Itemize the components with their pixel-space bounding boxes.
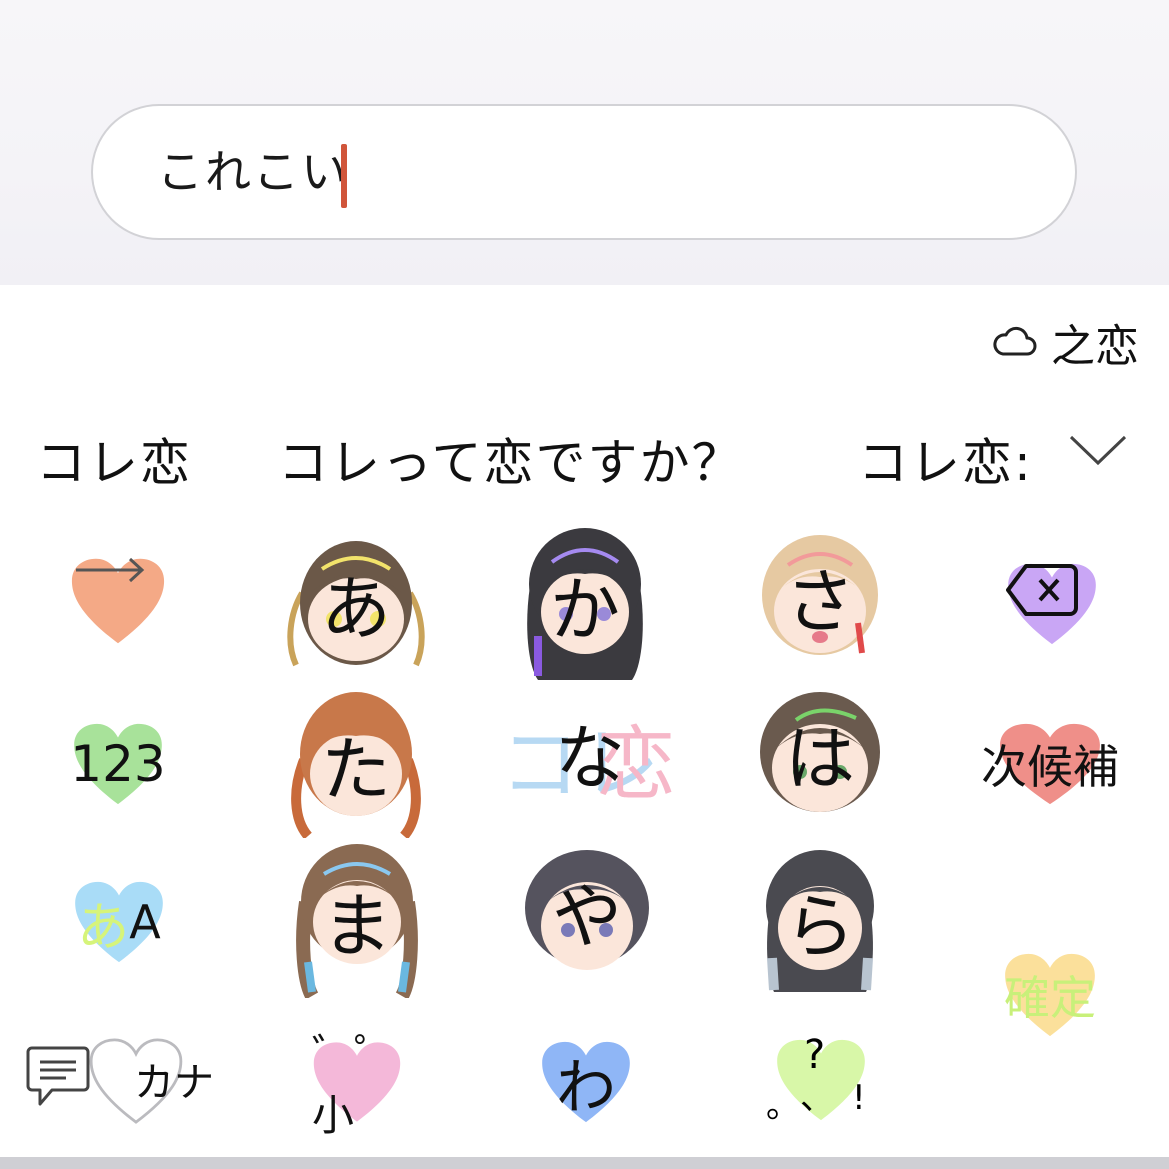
key-ra[interactable]: ら xyxy=(760,848,880,994)
period-mark: 。 xyxy=(766,1086,800,1126)
cloud-icon xyxy=(991,322,1037,362)
numbers-key-label: 123 xyxy=(70,735,166,793)
key-ra-label: ら xyxy=(785,885,855,968)
arrow-key[interactable] xyxy=(70,555,166,647)
key-ta[interactable]: た xyxy=(286,690,426,838)
input-mode-alpha: A xyxy=(129,895,161,949)
input-mode-hiragana: あ xyxy=(77,897,130,958)
candidate-3[interactable]: コレ恋: xyxy=(858,423,1026,495)
candidate-2[interactable]: コレって恋ですか？ xyxy=(278,423,744,495)
key-na[interactable]: コレ 恋 な xyxy=(500,700,680,805)
numbers-key[interactable]: 123 xyxy=(70,722,166,806)
key-wa[interactable]: わ xyxy=(540,1040,632,1124)
key-sa[interactable]: さ xyxy=(758,533,882,659)
input-mode-label: あA xyxy=(72,880,166,964)
punctuation-key[interactable]: ? 。 、 ! xyxy=(766,1032,868,1126)
dakuten-label: ゛゜小 xyxy=(312,1030,397,1140)
key-ya[interactable]: や xyxy=(518,846,656,976)
input-text: これこい xyxy=(157,145,349,199)
dakuten-key[interactable]: ゛゜小 xyxy=(312,1030,402,1140)
key-ha[interactable]: は xyxy=(756,690,884,816)
cloud-candidate[interactable]: 之恋 xyxy=(991,312,1139,372)
text-caret xyxy=(341,144,347,208)
key-ka[interactable]: か xyxy=(516,526,654,682)
key-sa-label: さ xyxy=(785,560,855,643)
key-a[interactable]: あ xyxy=(282,533,430,673)
backspace-icon xyxy=(1006,562,1098,646)
bottom-bar xyxy=(0,1157,1169,1169)
input-mode-key[interactable]: あA xyxy=(72,880,166,964)
confirm-key[interactable]: 確定 xyxy=(1002,952,1098,1038)
key-a-label: あ xyxy=(321,567,391,650)
emoji-kana-key[interactable]: カナ xyxy=(26,1036,226,1126)
key-na-label: な xyxy=(555,716,625,799)
key-ka-label: か xyxy=(550,568,620,651)
next-candidate-label: 次候補 xyxy=(981,740,1119,794)
kana-label: カナ xyxy=(134,1060,214,1106)
exclamation-mark: ! xyxy=(852,1078,866,1118)
key-ha-label: は xyxy=(785,717,855,800)
candidate-1[interactable]: コレ恋 xyxy=(36,423,192,495)
chevron-down-icon[interactable] xyxy=(1068,433,1128,473)
comma-mark: 、 xyxy=(800,1078,834,1118)
key-ta-label: た xyxy=(321,728,391,811)
arrow-right-icon xyxy=(70,555,166,647)
search-input[interactable]: これこい xyxy=(91,104,1077,240)
key-ya-label: や xyxy=(552,875,622,958)
cloud-candidate-text: 之恋 xyxy=(1051,321,1139,372)
key-ma[interactable]: ま xyxy=(294,842,420,998)
backspace-key[interactable] xyxy=(1006,562,1098,646)
key-ma-label: ま xyxy=(322,884,392,967)
confirm-key-label: 確定 xyxy=(1004,971,1096,1025)
key-wa-label: わ xyxy=(556,1052,616,1123)
next-candidate-key[interactable]: 次候補 xyxy=(981,722,1119,806)
